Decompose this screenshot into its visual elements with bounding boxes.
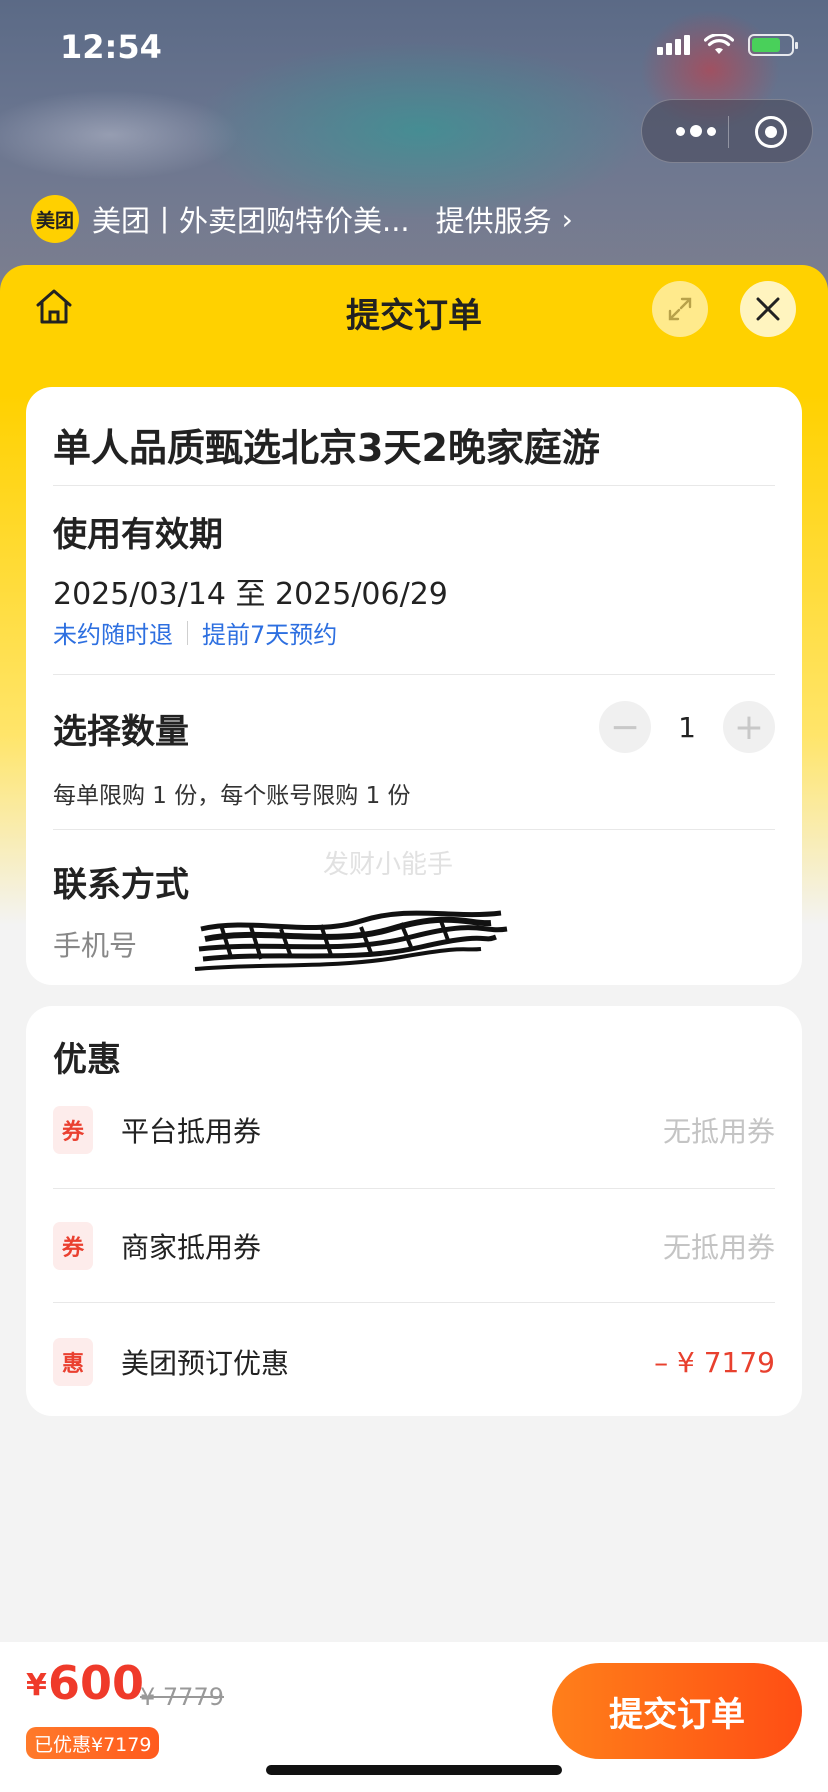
validity-dates: 2025/03/14 至 2025/06/29 xyxy=(53,577,448,612)
validity-heading: 使用有效期 xyxy=(53,515,223,555)
price-currency: ¥ xyxy=(26,1668,47,1703)
quantity-stepper: − 1 + xyxy=(599,701,775,753)
wifi-icon xyxy=(704,34,734,54)
coupon-tag-icon: 券 xyxy=(53,1106,93,1154)
close-icon xyxy=(756,297,780,321)
discount-row-platform-coupon[interactable]: 券 平台抵用券 无抵用券 xyxy=(53,1100,775,1160)
product-title: 单人品质甄选北京3天2晚家庭游 xyxy=(53,426,600,470)
divider xyxy=(53,1188,775,1189)
chevron-right-icon: › xyxy=(561,202,573,236)
purchase-limit-note: 每单限购 1 份，每个账号限购 1 份 xyxy=(53,783,411,809)
divider xyxy=(53,485,775,486)
discount-row-merchant-coupon[interactable]: 券 商家抵用券 无抵用券 xyxy=(53,1216,775,1276)
mini-program-name: 美团丨外卖团购特价美... xyxy=(92,204,410,238)
more-menu-button[interactable] xyxy=(668,100,724,162)
background-decor xyxy=(190,40,650,220)
meituan-logo: 美团 xyxy=(31,195,79,243)
quantity-value: 1 xyxy=(678,710,696,744)
refund-policy-link[interactable]: 未约随时退 xyxy=(53,615,173,650)
increase-button[interactable]: + xyxy=(723,701,775,753)
home-indicator[interactable] xyxy=(266,1765,562,1775)
divider xyxy=(53,829,775,830)
close-button[interactable] xyxy=(740,281,796,337)
status-icons xyxy=(657,34,798,56)
submit-order-button[interactable]: 提交订单 xyxy=(552,1663,802,1759)
close-miniprogram-icon[interactable] xyxy=(755,116,787,148)
discount-row-booking-offer[interactable]: 惠 美团预订优惠 – ¥ 7179 xyxy=(53,1332,775,1392)
savings-badge: 已优惠¥7179 xyxy=(26,1727,160,1759)
final-price: 600 xyxy=(48,1656,145,1710)
brand-row: 美团 美团丨外卖团购特价美... 提供服务 › xyxy=(31,195,573,243)
divider xyxy=(53,674,775,675)
expand-button[interactable] xyxy=(652,281,708,337)
discount-value: 无抵用券 xyxy=(662,1231,775,1264)
coupon-tag-icon: 券 xyxy=(53,1222,93,1270)
offer-tag-icon: 惠 xyxy=(53,1338,93,1386)
signal-icon xyxy=(657,35,690,55)
discount-label: 美团预订优惠 xyxy=(121,1347,290,1380)
discount-heading: 优惠 xyxy=(53,1040,121,1080)
redacted-phone-scribble[interactable] xyxy=(191,907,511,977)
battery-icon xyxy=(748,34,798,56)
service-link[interactable]: 提供服务 xyxy=(436,198,552,240)
discount-label: 商家抵用券 xyxy=(121,1231,262,1264)
discount-label: 平台抵用券 xyxy=(121,1115,262,1148)
discount-value: – ¥ 7179 xyxy=(654,1345,775,1379)
discount-value: 无抵用券 xyxy=(662,1115,775,1148)
watermark: 发财小能手 xyxy=(323,850,454,880)
phone-label: 手机号 xyxy=(53,929,138,962)
status-time: 12:54 xyxy=(60,28,162,66)
discount-card: 优惠 券 平台抵用券 无抵用券 券 商家抵用券 无抵用券 惠 美团预订优惠 – … xyxy=(26,1006,802,1416)
original-price: ¥ 7779 xyxy=(140,1683,224,1711)
order-info-card: 单人品质甄选北京3天2晚家庭游 使用有效期 2025/03/14 至 2025/… xyxy=(26,387,802,985)
quantity-heading: 选择数量 xyxy=(53,712,189,752)
divider xyxy=(53,1302,775,1303)
miniprogram-capsule xyxy=(641,99,813,163)
decrease-button[interactable]: − xyxy=(599,701,651,753)
booking-advance-link[interactable]: 提前7天预约 xyxy=(202,615,337,650)
contact-heading: 联系方式 xyxy=(53,865,189,905)
expand-icon xyxy=(668,297,692,321)
booking-policy: 未约随时退 提前7天预约 xyxy=(53,615,337,650)
